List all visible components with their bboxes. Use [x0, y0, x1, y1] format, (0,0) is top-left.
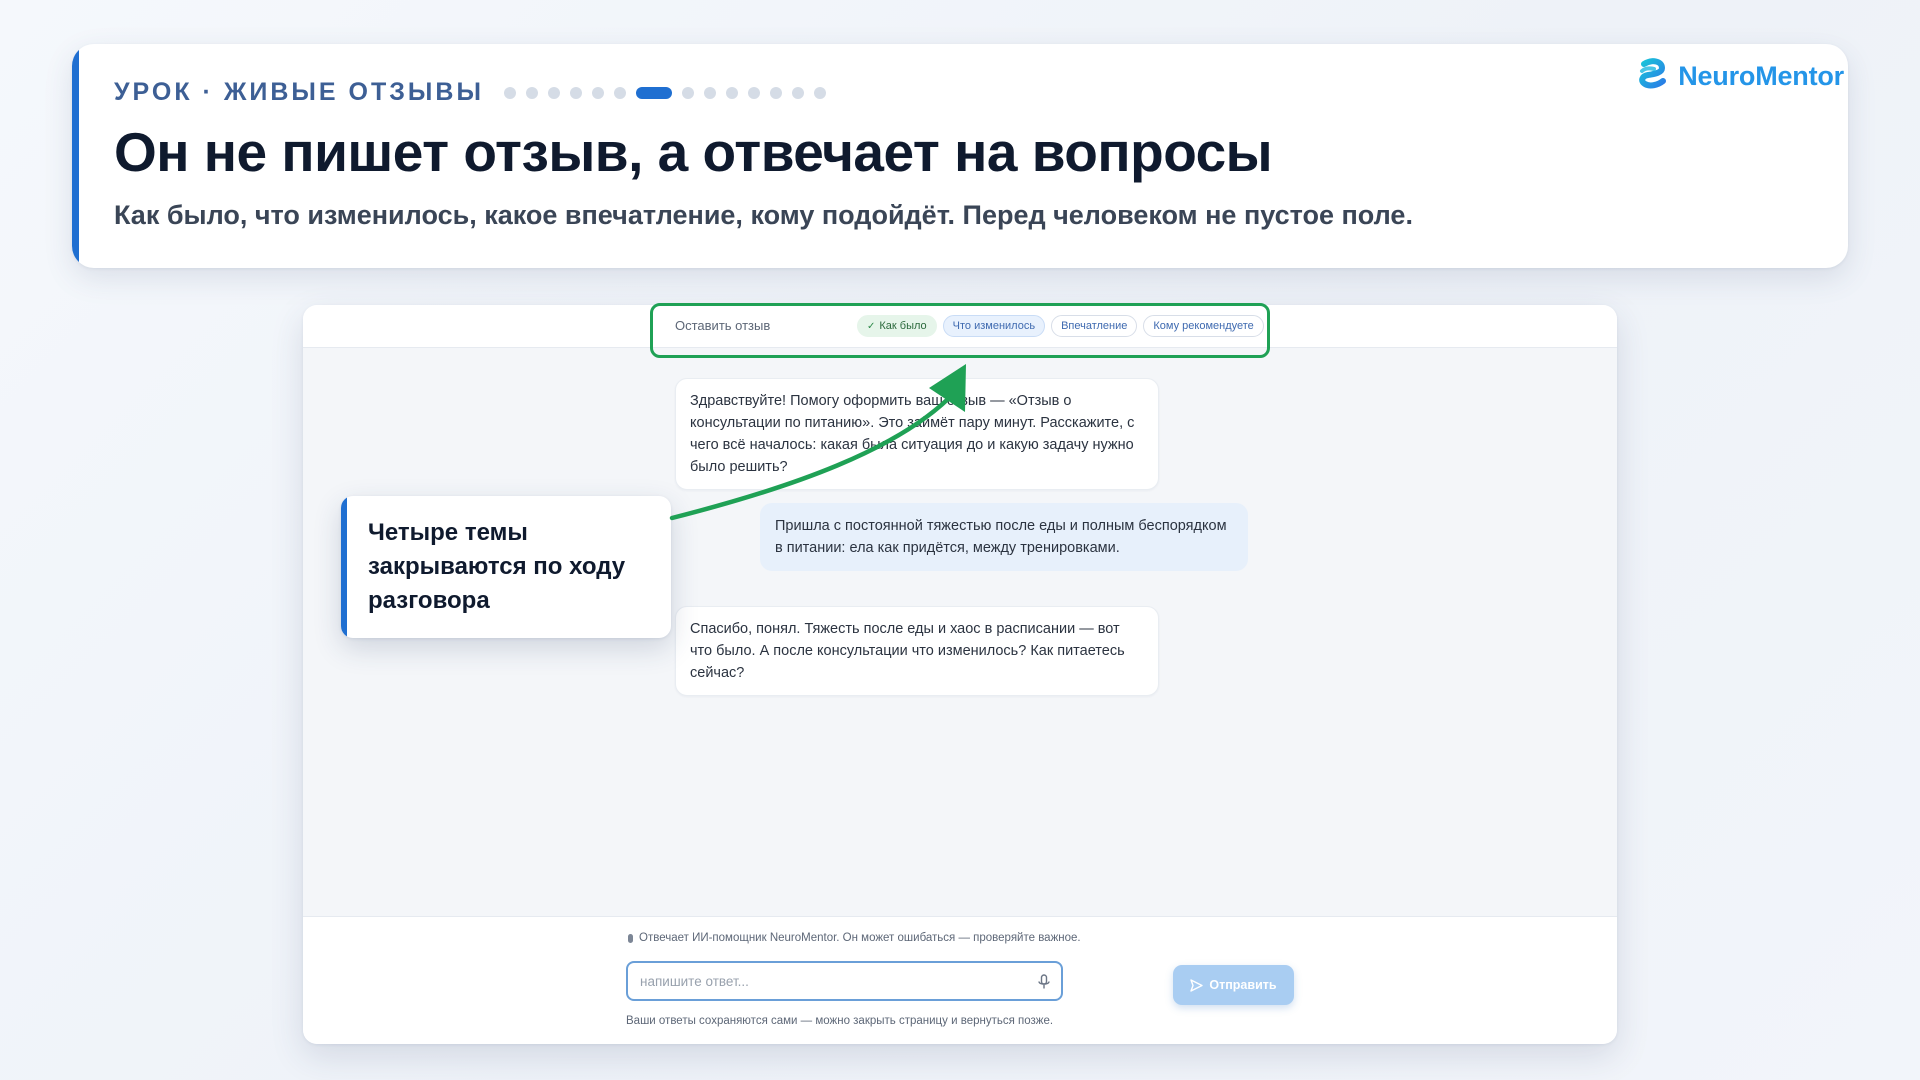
- review-app-window: Оставить отзыв ✓ Как было Что изменилось…: [303, 305, 1617, 1044]
- progress-dot: [591, 86, 604, 99]
- topic-chip-label: Как было: [879, 320, 927, 332]
- lesson-header-card: УРОК · ЖИВЫЕ ОТЗЫВЫ NeuroMentor Он не пи…: [72, 44, 1848, 268]
- microphone-icon[interactable]: [1037, 974, 1051, 990]
- send-button-label: Отправить: [1209, 978, 1277, 992]
- topic-chip-label: Кому рекомендуете: [1153, 320, 1254, 332]
- chat-message-bot: Спасибо, понял. Тяжесть после еды и хаос…: [675, 606, 1159, 696]
- progress-dot: [725, 86, 738, 99]
- autosave-note: Ваши ответы сохраняются сами — можно зак…: [626, 1015, 1054, 1027]
- info-icon: [628, 933, 633, 943]
- brand-logo: NeuroMentor: [1636, 58, 1844, 94]
- page-title: Он не пишет отзыв, а отвечает на вопросы: [114, 121, 1273, 183]
- topic-chip-label: Что изменилось: [952, 320, 1036, 332]
- neuromentor-logo-icon: [1639, 58, 1667, 89]
- progress-dot: [681, 86, 694, 99]
- topic-chips: ✓ Как было Что изменилось Впечатление Ко…: [857, 315, 1264, 337]
- lesson-row: УРОК · ЖИВЫЕ ОТЗЫВЫ: [114, 78, 826, 107]
- header-accent-bar: [72, 44, 79, 268]
- ai-disclaimer: Отвечает ИИ-помощник NeuroMentor. Он мож…: [626, 932, 1081, 944]
- progress-dot: [769, 86, 782, 99]
- progress-dot: [503, 86, 516, 99]
- progress-dot: [791, 86, 804, 99]
- progress-dot: [747, 86, 760, 99]
- topic-chip-how-it-was[interactable]: ✓ Как было: [857, 315, 937, 337]
- page-subtitle: Как было, что изменилось, какое впечатле…: [114, 200, 1413, 230]
- lesson-label: УРОК · ЖИВЫЕ ОТЗЫВЫ: [114, 78, 484, 106]
- topic-chip-recommend[interactable]: Кому рекомендуете: [1143, 315, 1264, 337]
- topbar-title: Оставить отзыв: [675, 318, 771, 333]
- ai-disclaimer-text: Отвечает ИИ-помощник NeuroMentor. Он мож…: [639, 932, 1081, 944]
- progress-dot: [813, 86, 826, 99]
- progress-dot: [525, 86, 538, 99]
- review-topbar: Оставить отзыв ✓ Как было Что изменилось…: [303, 305, 1617, 348]
- annotation-callout: Четыре темы закрываются по ходу разговор…: [341, 496, 671, 638]
- send-icon: [1190, 978, 1204, 992]
- answer-input[interactable]: [628, 963, 1061, 999]
- progress-dot: [703, 86, 716, 99]
- topic-chip-impression[interactable]: Впечатление: [1051, 315, 1138, 337]
- answer-input-field: [626, 961, 1063, 1001]
- check-icon: ✓: [867, 320, 876, 332]
- progress-dot: [613, 86, 626, 99]
- callout-text: Четыре темы закрываются по ходу разговор…: [368, 519, 626, 614]
- topic-chip-label: Впечатление: [1061, 320, 1128, 332]
- progress-dot: [569, 86, 582, 99]
- composer-area: Отвечает ИИ-помощник NeuroMentor. Он мож…: [303, 916, 1617, 1044]
- chat-message-bot: Здравствуйте! Помогу оформить ваш отзыв …: [675, 378, 1159, 490]
- progress-dot: [547, 86, 560, 99]
- brand-name: NeuroMentor: [1678, 60, 1844, 91]
- lesson-progress-dots: [503, 86, 826, 99]
- topic-chip-what-changed[interactable]: Что изменилось: [942, 315, 1046, 337]
- callout-accent-bar: [341, 496, 347, 638]
- send-button[interactable]: Отправить: [1173, 965, 1294, 1005]
- progress-dot-current: [635, 86, 672, 99]
- chat-message-user: Пришла с постоянной тяжестью после еды и…: [760, 503, 1248, 571]
